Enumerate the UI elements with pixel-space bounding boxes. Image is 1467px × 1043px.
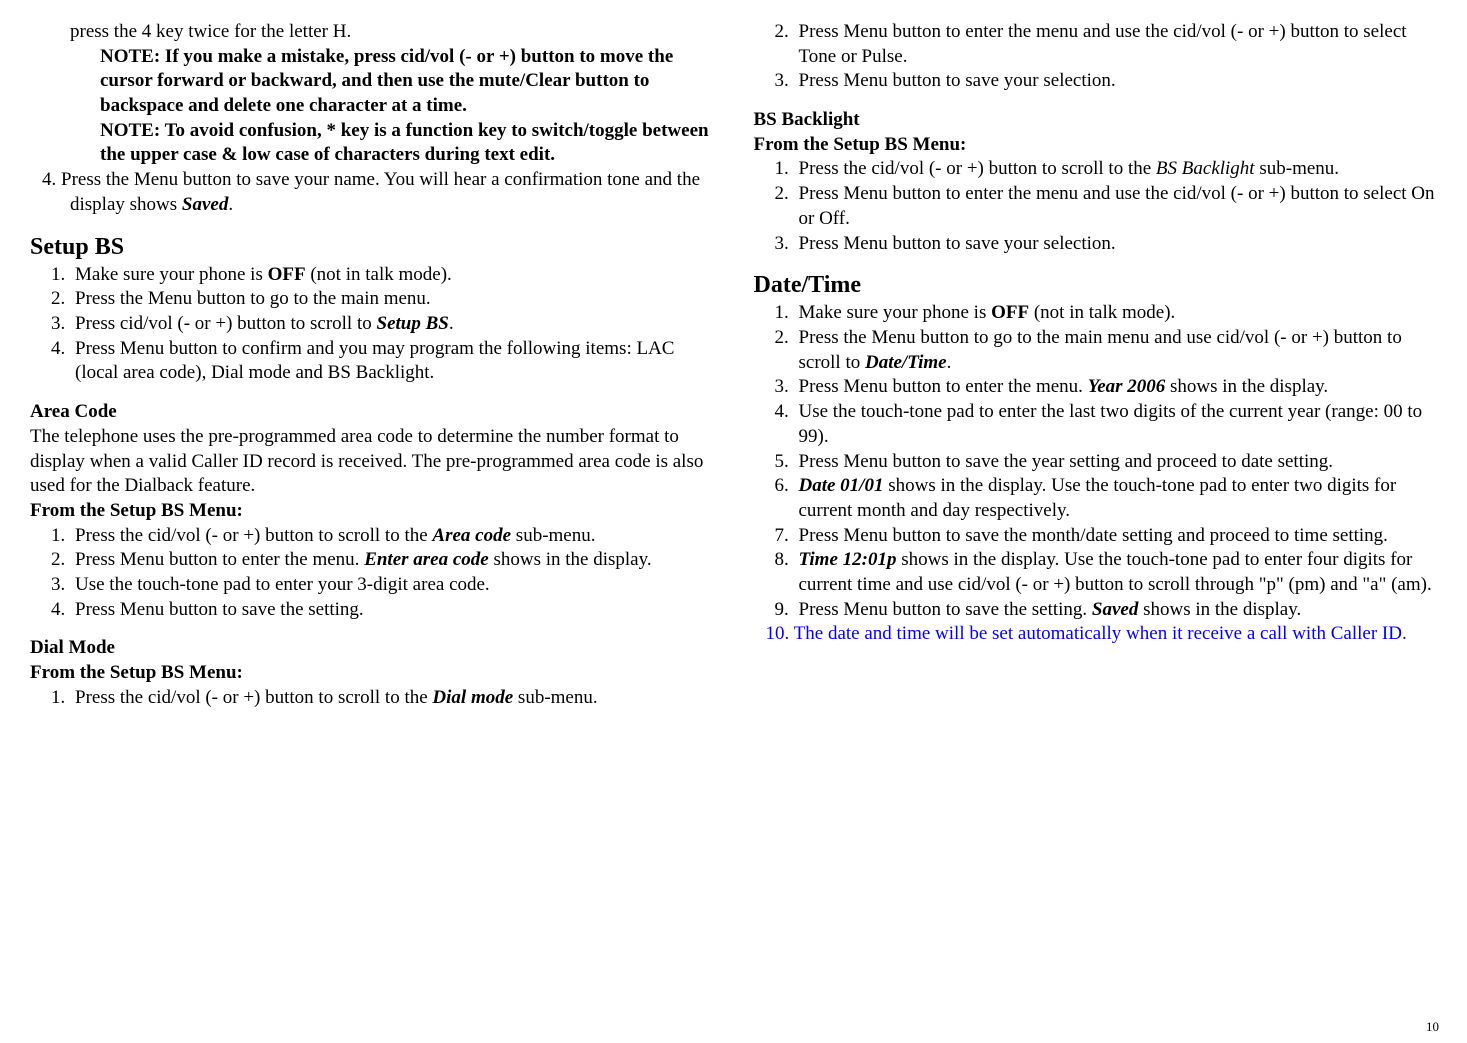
area-code-list: Press the cid/vol (- or +) button to scr… — [30, 524, 714, 623]
list-item: Press Menu button to save the setting. S… — [794, 598, 1438, 623]
dial-mode-heading: Dial Mode — [30, 636, 714, 661]
page-number: 10 — [1426, 1019, 1439, 1035]
list-item: Press cid/vol (- or +) button to scroll … — [70, 312, 714, 337]
left-column: press the 4 key twice for the letter H. … — [30, 20, 714, 710]
list-item: Press Menu button to confirm and you may… — [70, 337, 714, 386]
step-number: 4. — [42, 169, 61, 190]
list-item: Press Menu button to save your selection… — [794, 69, 1438, 94]
step-text: . — [228, 194, 233, 215]
dial-mode-list-cont: Press Menu button to enter the menu and … — [754, 20, 1438, 94]
step-text: Press the Menu button to save your name.… — [61, 169, 700, 215]
note-text: NOTE: To avoid confusion, * key is a fun… — [30, 119, 714, 168]
from-setup-label: From the Setup BS Menu: — [754, 133, 1438, 158]
area-code-intro: The telephone uses the pre-programmed ar… — [30, 425, 714, 499]
from-setup-label: From the Setup BS Menu: — [30, 499, 714, 524]
list-step: 4. Press the Menu button to save your na… — [30, 168, 714, 217]
text-line: press the 4 key twice for the letter H. — [30, 20, 714, 45]
area-code-heading: Area Code — [30, 400, 714, 425]
list-item: Press the Menu button to go to the main … — [70, 287, 714, 312]
list-item: Press Menu button to enter the menu. Yea… — [794, 375, 1438, 400]
right-column: Press Menu button to enter the menu and … — [754, 20, 1438, 710]
list-item: Press Menu button to save the year setti… — [794, 450, 1438, 475]
list-item: Use the touch-tone pad to enter the last… — [794, 400, 1438, 449]
list-item: Make sure your phone is OFF (not in talk… — [794, 301, 1438, 326]
bs-backlight-list: Press the cid/vol (- or +) button to scr… — [754, 157, 1438, 256]
setup-bs-list: Make sure your phone is OFF (not in talk… — [30, 263, 714, 386]
list-item: Press Menu button to enter the menu and … — [794, 182, 1438, 231]
list-item: Make sure your phone is OFF (not in talk… — [70, 263, 714, 288]
list-item: Press the cid/vol (- or +) button to scr… — [70, 686, 714, 711]
list-item: Press the cid/vol (- or +) button to scr… — [70, 524, 714, 549]
saved-label: Saved — [182, 194, 228, 215]
list-item: Use the touch-tone pad to enter your 3-d… — [70, 573, 714, 598]
dial-mode-list: Press the cid/vol (- or +) button to scr… — [30, 686, 714, 711]
list-item: Press Menu button to save your selection… — [794, 232, 1438, 257]
from-setup-label: From the Setup BS Menu: — [30, 661, 714, 686]
list-item-blue: 10. The date and time will be set automa… — [754, 622, 1438, 647]
datetime-list: Make sure your phone is OFF (not in talk… — [754, 301, 1438, 622]
note-text: NOTE: If you make a mistake, press cid/v… — [30, 45, 714, 119]
list-item: Press the cid/vol (- or +) button to scr… — [794, 157, 1438, 182]
list-item: Press Menu button to enter the menu. Ent… — [70, 548, 714, 573]
datetime-heading: Date/Time — [754, 270, 1438, 301]
list-item: Press the Menu button to go to the main … — [794, 326, 1438, 375]
list-item: Press Menu button to save the setting. — [70, 598, 714, 623]
list-item: Date 01/01 shows in the display. Use the… — [794, 474, 1438, 523]
list-item: Press Menu button to save the month/date… — [794, 524, 1438, 549]
list-item: Time 12:01p shows in the display. Use th… — [794, 548, 1438, 597]
list-item: Press Menu button to enter the menu and … — [794, 20, 1438, 69]
bs-backlight-heading: BS Backlight — [754, 108, 1438, 133]
setup-bs-heading: Setup BS — [30, 232, 714, 263]
